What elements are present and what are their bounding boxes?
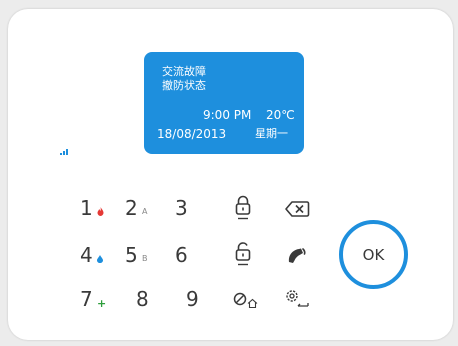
lcd-time: 9:00 PM (203, 108, 252, 122)
key-9[interactable]: 9 (186, 288, 212, 312)
backspace-button[interactable] (284, 200, 310, 218)
lcd-weekday: 星期一 (255, 127, 288, 140)
ok-label: OK (362, 245, 385, 264)
settings-icon (286, 290, 309, 307)
lcd-status-line-2: 撤防状态 (162, 79, 206, 92)
key-1-digit: 1 (80, 196, 93, 220)
key-5-letter: B (142, 254, 148, 263)
lcd-display: 交流故障 撤防状态 9:00 PM 20℃ 18/08/2013 星期一 (144, 52, 304, 154)
key-2-letter: A (142, 207, 148, 216)
arm-button[interactable] (232, 194, 254, 224)
fire-icon (97, 207, 104, 216)
key-5[interactable]: 5 B (125, 244, 155, 268)
disarm-unlock-icon (235, 242, 251, 266)
key-1[interactable]: 1 (80, 197, 110, 221)
key-2[interactable]: 2 A (125, 197, 155, 221)
settings-button[interactable] (283, 287, 313, 311)
key-5-digit: 5 (125, 243, 138, 267)
lcd-temperature: 20℃ (266, 108, 295, 122)
lcd-status-line-1: 交流故障 (162, 65, 206, 78)
arm-lock-icon (235, 195, 251, 220)
lcd-date: 18/08/2013 (157, 127, 227, 141)
key-3-digit: 3 (175, 196, 188, 220)
key-9-digit: 9 (186, 287, 199, 311)
backspace-icon (285, 201, 310, 217)
disarm-button[interactable] (232, 240, 254, 270)
key-3[interactable]: 3 (175, 197, 201, 221)
water-drop-icon (97, 255, 103, 263)
key-7[interactable]: 7 + (80, 288, 110, 312)
signal-strength-icon (60, 147, 70, 155)
home-arm-button[interactable] (232, 289, 262, 311)
no-home-arm-icon (233, 292, 258, 309)
phone-icon (288, 248, 306, 263)
key-4[interactable]: 4 (80, 244, 110, 268)
key-7-digit: 7 (80, 287, 93, 311)
key-4-digit: 4 (80, 243, 93, 267)
key-6[interactable]: 6 (175, 244, 201, 268)
ok-button[interactable]: OK (339, 220, 408, 289)
key-7-plus: + (97, 297, 107, 310)
key-8[interactable]: 8 (136, 288, 162, 312)
key-8-digit: 8 (136, 287, 149, 311)
phone-button[interactable] (286, 246, 308, 266)
key-2-digit: 2 (125, 196, 138, 220)
key-6-digit: 6 (175, 243, 188, 267)
